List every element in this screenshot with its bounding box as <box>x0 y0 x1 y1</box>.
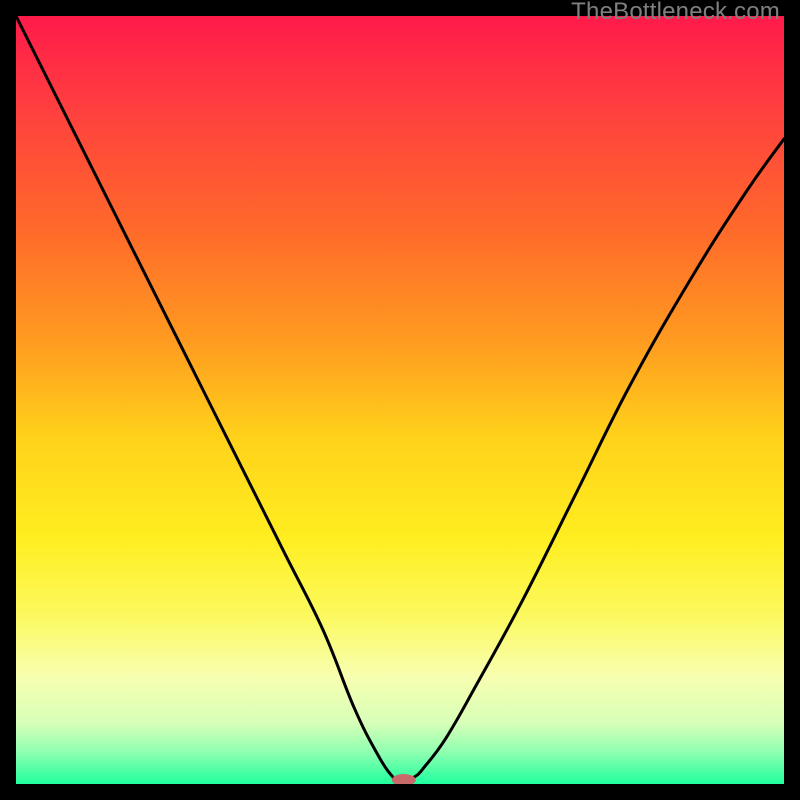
chart-frame: TheBottleneck.com <box>0 0 800 800</box>
plot-area <box>16 16 784 784</box>
watermark-text: TheBottleneck.com <box>571 0 780 26</box>
gradient-background <box>16 16 784 784</box>
bottleneck-chart <box>16 16 784 784</box>
